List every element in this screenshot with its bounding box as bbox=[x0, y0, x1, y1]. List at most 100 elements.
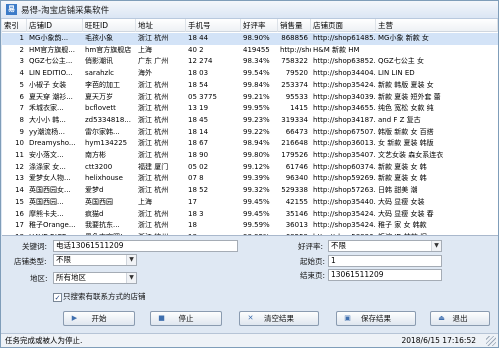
results-table[interactable]: 索引 店铺ID 旺旺ID 地址 手机号 好评率 销售量 店铺页面 主营 1 MG小… bbox=[2, 19, 498, 236]
table-cell: 419455 bbox=[243, 45, 270, 54]
table-cell: 浙江 杭州 bbox=[138, 92, 169, 101]
table-cell: 大小小 韩... bbox=[29, 115, 66, 124]
rating-select[interactable]: 不限 ▼ bbox=[328, 240, 442, 252]
column-header-shop-id[interactable]: 店铺ID bbox=[27, 19, 83, 32]
table-cell: 36013 bbox=[285, 221, 308, 230]
table-cell: 98.90% bbox=[243, 34, 270, 42]
table-cell: 福建 厦门 bbox=[138, 162, 169, 171]
table-cell: 5 bbox=[19, 80, 24, 89]
exit-button[interactable]: ⏏ 退出 bbox=[430, 311, 490, 326]
table-cell: 99.22% bbox=[243, 127, 270, 136]
table-cell: 40 2 bbox=[188, 45, 204, 54]
column-header-index[interactable]: 索引 bbox=[2, 19, 27, 32]
table-cell: http://shop35424... bbox=[313, 209, 376, 218]
chevron-down-icon: ▼ bbox=[431, 241, 441, 251]
table-row[interactable]: 9 yy潮流杨... 雷尔家韩... 浙江 杭州 18 14 99.22% 66473 htt… bbox=[2, 127, 498, 139]
table-row[interactable]: 6 夏天穿 潮衫... 夏天万岁 浙江 杭州 05 3775 99.21% 95533 htt… bbox=[2, 92, 498, 104]
table-cell: 浙江 杭州 bbox=[138, 115, 169, 124]
table-cell: QGZ七公主 女 bbox=[378, 57, 424, 66]
column-header-shop-url[interactable]: 店铺页面 bbox=[311, 19, 376, 32]
column-header-rating[interactable]: 好评率 bbox=[241, 19, 278, 32]
table-cell: 61746 bbox=[285, 162, 308, 171]
table-cell: 爱梦女人物... bbox=[29, 174, 71, 183]
table-cell: 浙江 杭州 bbox=[138, 186, 169, 195]
table-row[interactable]: 12 涤涤家 女... ctt3200 福建 厦门 05 02 99.12% 61746 ht… bbox=[2, 162, 498, 174]
table-row[interactable]: 3 QGZ七公主... 俏影潮讯 广东 广州 12 274 98.34% 758322 htt… bbox=[2, 56, 498, 68]
table-cell: 韩版 新款 女 百搭 bbox=[378, 127, 434, 136]
table-cell: 浙江 杭州 bbox=[138, 174, 169, 183]
checkmark-icon: ✓ bbox=[54, 294, 61, 302]
table-cell: 99.54% bbox=[243, 69, 270, 78]
table-cell: 小椒子 女装 bbox=[29, 80, 67, 89]
keyword-input[interactable]: 电话13061511209 bbox=[53, 240, 238, 252]
table-row[interactable]: 18HAVE RICE ...黑色衣穿照!浙江 杭州1898.95%68559h… bbox=[2, 232, 498, 235]
column-header-phone[interactable]: 手机号 bbox=[186, 19, 241, 32]
shop-type-select[interactable]: 不限 ▼ bbox=[53, 254, 137, 266]
table-cell: 李芭的加工 bbox=[85, 80, 120, 89]
window-title: 易得-淘宝店铺采集软件 bbox=[21, 6, 110, 16]
table-cell: 大码 显瘦 女装 bbox=[378, 197, 425, 206]
table-cell: 99.32% bbox=[243, 186, 270, 195]
table-cell: LIN LIN ED bbox=[378, 69, 415, 78]
table-cell: 涤涤家 女... bbox=[29, 162, 66, 171]
table-cell: 6 bbox=[19, 92, 24, 101]
table-cell: http://shop61485... bbox=[313, 34, 376, 42]
start-button[interactable]: ▶ 开始 bbox=[63, 311, 135, 326]
table-cell: 日韩 甜美 潮 bbox=[378, 186, 418, 195]
table-row[interactable]: 2 HM官方旗舰... hm官方旗舰店上海 40 2 419455 http://shop… bbox=[2, 45, 498, 57]
table-cell: http://shop34187... bbox=[313, 115, 376, 124]
column-header-sales[interactable]: 销售量 bbox=[278, 19, 311, 32]
table-cell: 英国西园女... bbox=[29, 186, 71, 195]
table-row[interactable]: 7 禾城衣家... bcflovett 浙江 杭州 13 19 99.95% 1415 htt… bbox=[2, 103, 498, 115]
table-cell: 饭谊 ID 韩款 旧 bbox=[376, 232, 498, 235]
table-cell: 安小落文... bbox=[29, 151, 64, 159]
table-cell: yy潮流杨... bbox=[29, 127, 65, 136]
app-window: 易 易得-淘宝店铺采集软件 索引 店铺ID 旺旺ID 地址 手机号 好评率 销售… bbox=[0, 0, 499, 348]
table-cell: 广东 广州 bbox=[138, 57, 169, 66]
table-cell: HAVE RICE ... bbox=[27, 232, 83, 235]
table-cell bbox=[376, 45, 498, 57]
table-cell: 南方彬 bbox=[85, 151, 106, 159]
resize-grip-icon[interactable] bbox=[486, 336, 496, 346]
column-header-wangwang-id[interactable]: 旺旺ID bbox=[83, 19, 136, 32]
table-row[interactable]: 15 英国西园... 英国西园 上海 17 99.45% 42155 http://shop… bbox=[2, 197, 498, 209]
table-cell: http://shop67507... bbox=[313, 127, 376, 136]
table-row[interactable]: 1 MG小象韵... 毛孩小象 浙江 杭州 18 44 98.90% 868856 http:… bbox=[2, 33, 498, 45]
start-page-input[interactable]: 1 bbox=[328, 255, 442, 267]
table-cell: 216648 bbox=[281, 139, 308, 148]
table-row[interactable]: 11 安小落文... 南方彬 浙江 杭州 18 90 99.80% 179526 http:/… bbox=[2, 150, 498, 162]
end-page-input[interactable]: 13061511209 bbox=[328, 269, 442, 281]
save-results-button[interactable]: ▣ 保存结果 bbox=[336, 311, 416, 326]
table-cell: Dreamysho... bbox=[29, 139, 76, 148]
table-cell: 98.34% bbox=[243, 57, 270, 66]
table-cell: 529338 bbox=[281, 186, 308, 195]
table-cell: 黑色衣穿照! bbox=[83, 232, 136, 235]
stop-button[interactable]: ■ 停止 bbox=[150, 311, 222, 326]
table-cell: 夏天万岁 bbox=[85, 92, 113, 101]
table-cell: 爱梦d bbox=[85, 186, 104, 195]
table-cell: 8 bbox=[19, 115, 24, 124]
table-cell: 浙江 杭州 bbox=[138, 34, 169, 42]
clear-results-button[interactable]: ✕ 清空结果 bbox=[239, 311, 319, 326]
table-row[interactable]: 10 Dreamysho... hym134225 浙江 杭州 18 67 98.94% 2… bbox=[2, 138, 498, 150]
column-header-address[interactable]: 地址 bbox=[136, 19, 186, 32]
table-cell: http://shop34404... bbox=[313, 69, 376, 78]
region-select[interactable]: 所有地区 ▼ bbox=[53, 272, 137, 284]
table-row[interactable]: 8 大小小 韩... zd5334818... 浙江 杭州 18 45 99.23% 319… bbox=[2, 115, 498, 127]
table-cell: http://shop59269... bbox=[313, 174, 376, 183]
table-row[interactable]: 14 英国西园女... 爱梦d 浙江 杭州 18 52 99.32% 529338 http:… bbox=[2, 185, 498, 197]
table-cell: 179526 bbox=[281, 151, 308, 159]
table-cell: 7 bbox=[19, 104, 24, 113]
table-row[interactable]: 16 摩熊卡夫... 疯猫d 浙江 杭州 18 3 99.45% 35146 http://s… bbox=[2, 209, 498, 221]
column-header-main-business[interactable]: 主营 bbox=[376, 19, 498, 32]
rating-value: 不限 bbox=[331, 241, 346, 250]
table-cell: 浙江 杭州 bbox=[136, 232, 186, 235]
table-row[interactable]: 13 爱梦女人物... helixhouse 浙江 杭州 07 8 99.39% 96340… bbox=[2, 173, 498, 185]
table-cell: 14 bbox=[15, 186, 24, 195]
table-cell: 浙江 杭州 bbox=[138, 221, 169, 230]
table-row[interactable]: 17 稚子Orange... 我要抗东... 浙江 杭州 18 99.59% 36013 ht… bbox=[2, 220, 498, 232]
table-row[interactable]: 4 LIN EDITIO... sarahzlc 海外 18 03 99.54% 79520… bbox=[2, 68, 498, 80]
contact-only-checkbox[interactable]: ✓ bbox=[53, 293, 62, 302]
table-row[interactable]: 5 小椒子 女装 李芭的加工 浙江 杭州 18 54 99.84% 253374 http:/… bbox=[2, 80, 498, 92]
table-cell: ctt3200 bbox=[85, 162, 113, 171]
